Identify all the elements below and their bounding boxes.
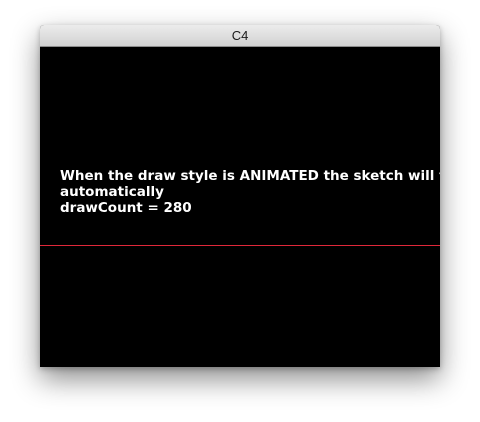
draw-count-label: drawCount = 280 <box>60 200 192 216</box>
app-window: C4 When the draw style is ANIMATED the s… <box>40 25 440 367</box>
sketch-message: When the draw style is ANIMATED the sket… <box>60 168 440 216</box>
message-line-2: automatically <box>60 184 164 200</box>
message-line-1: When the draw style is ANIMATED the sket… <box>60 168 440 184</box>
sketch-canvas[interactable]: When the draw style is ANIMATED the sket… <box>40 47 440 367</box>
window-title: C4 <box>231 28 249 43</box>
horizontal-red-line <box>40 245 440 246</box>
window-titlebar[interactable]: C4 <box>40 25 440 47</box>
